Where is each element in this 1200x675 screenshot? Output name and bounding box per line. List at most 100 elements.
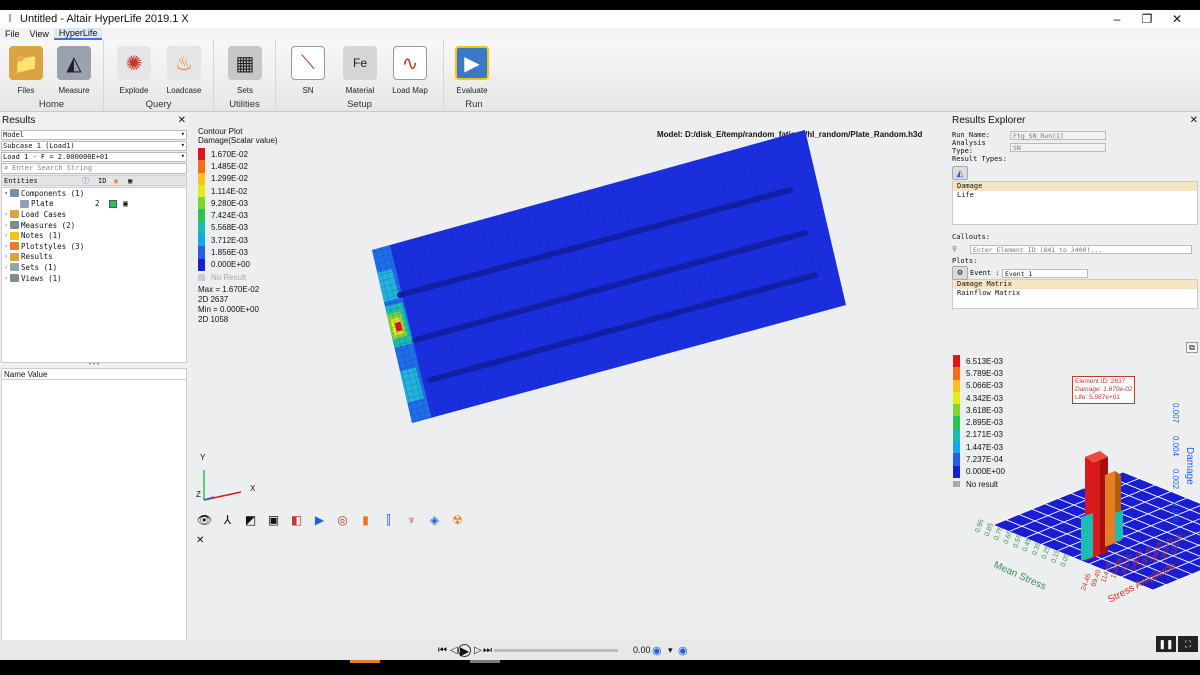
axis-orient-icon[interactable]: ⅄	[217, 512, 238, 528]
sn-button[interactable]: ⟍ SN	[282, 44, 334, 95]
damage-matrix-3d-chart[interactable]: Damage 0.007 0.004 0.002 0.000 0.950.850.75…	[965, 385, 1200, 610]
view-eye-icon[interactable]: 👁	[194, 512, 215, 528]
deform-icon[interactable]: ♆	[401, 512, 422, 528]
tree-item-load-cases[interactable]: › Load Cases	[2, 209, 186, 220]
expand-icon[interactable]: ›	[2, 211, 10, 218]
measure-button[interactable]: ◭ Measure	[48, 44, 100, 95]
result-types-list: Damage Life	[952, 181, 1198, 225]
expand-icon[interactable]: ›	[2, 232, 10, 239]
visibility-icon[interactable]: ▣	[128, 177, 142, 185]
popout-icon[interactable]: ⧉	[1186, 342, 1198, 353]
explode-button[interactable]: ✺ Explode	[108, 44, 160, 95]
results-explorer-header: Results Explorer ✕	[950, 112, 1200, 129]
close-icon[interactable]: ✕	[178, 115, 186, 126]
expand-icon[interactable]: ›	[2, 222, 10, 229]
speed-dropdown-icon[interactable]: ▾	[668, 645, 673, 656]
plot-damage-matrix[interactable]: Damage Matrix	[953, 280, 1197, 289]
id-column-header[interactable]: ID	[98, 177, 114, 185]
ribbon-group-query-label: Query	[145, 99, 172, 110]
tree-item-components[interactable]: ▾ Components (1)	[2, 188, 186, 199]
speed-icon[interactable]: ◉	[652, 644, 662, 657]
mesh-icon[interactable]: ◈	[424, 512, 445, 528]
contour-legend-level-row: 1.670E-02	[198, 148, 278, 161]
expand-icon[interactable]: ›	[2, 264, 10, 271]
files-button[interactable]: 📁 Files	[0, 44, 52, 95]
expand-icon[interactable]: ▾	[2, 190, 10, 197]
ribbon-group-query: ✺ Explode ♨ Loadcase Query	[104, 40, 214, 112]
entities-column-header[interactable]: Entities	[2, 177, 82, 185]
expand-icon[interactable]: ›	[2, 253, 10, 260]
tree-item-measures[interactable]: › Measures (2)	[2, 220, 186, 231]
screen-top-border	[0, 0, 1200, 10]
close-button[interactable]: ✕	[1162, 10, 1192, 28]
result-type-damage[interactable]: Damage	[953, 182, 1197, 191]
plate-color-swatch[interactable]	[109, 199, 117, 208]
loadcase-button[interactable]: ♨ Loadcase	[158, 44, 210, 95]
settings-icon[interactable]: ◉	[678, 644, 688, 657]
tracking-icon[interactable]: ☢	[447, 512, 468, 528]
contour-icon[interactable]: ▮	[355, 512, 376, 528]
result-type-life[interactable]: Life	[953, 191, 1197, 200]
contour-legend-level-row: 5.568E-03	[198, 221, 278, 235]
pause-button[interactable]: ❚❚	[1156, 636, 1176, 652]
restore-button[interactable]: ❐	[1132, 10, 1162, 28]
contour-legend[interactable]: Contour Plot Damage(Scalar value) 1.670E…	[198, 127, 278, 325]
menu-view[interactable]: View	[25, 29, 54, 39]
menu-file[interactable]: File	[0, 29, 25, 39]
close-icon[interactable]: ✕	[1190, 115, 1198, 126]
material-button[interactable]: Fe Material	[334, 44, 386, 95]
minimize-button[interactable]: –	[1102, 10, 1132, 28]
mean-stress-tick: 0.65	[1003, 530, 1014, 545]
menu-hyperlife[interactable]: HyperLife	[53, 28, 103, 40]
section-icon[interactable]: ◧	[286, 512, 307, 528]
vector-icon[interactable]: ⫿	[378, 512, 399, 528]
callouts-input[interactable]: Enter Element ID (841 to 3400)...	[970, 244, 1192, 254]
next-frame-icon[interactable]: ▷	[474, 645, 482, 656]
plot-settings-icon[interactable]: ⚙	[952, 266, 968, 280]
load-map-button[interactable]: ∿ Load Map	[384, 44, 436, 95]
tree-item-notes[interactable]: › Notes (1)	[2, 230, 186, 241]
results-explorer-title: Results Explorer	[952, 115, 1026, 126]
mean-stress-tick: 0.55	[1012, 534, 1023, 549]
camera-icon[interactable]: ◩	[240, 512, 261, 528]
expand-icon[interactable]: ›	[2, 275, 10, 282]
prev-frame-icon[interactable]: ◁	[450, 645, 458, 656]
tree-item-results[interactable]: › Results	[2, 252, 186, 263]
analysis-type-field[interactable]: SN	[1010, 142, 1106, 152]
sets-button[interactable]: ▦ Sets	[219, 44, 271, 95]
sets-button-label: Sets	[236, 86, 253, 95]
run-name-field[interactable]: Ftg_SN_Run(1)	[1010, 130, 1106, 140]
animate-icon[interactable]: ▶	[309, 512, 330, 528]
tree-item-sets[interactable]: › Sets (1)	[2, 262, 186, 273]
plate-visibility-icon[interactable]: ▣	[123, 199, 128, 208]
info-icon[interactable]: ⓘ	[82, 176, 98, 186]
query-icon[interactable]: ◎	[332, 512, 353, 528]
fullscreen-button[interactable]: ⛶	[1178, 636, 1198, 652]
model-select[interactable]: Model	[1, 130, 187, 140]
cube-view-icon[interactable]: ▣	[263, 512, 284, 528]
measure-icon: ◭	[57, 46, 91, 80]
load-select[interactable]: Load 1 - F = 2.000000E+01	[1, 152, 187, 162]
ribbon-group-utilities: ▦ Sets Utilities	[214, 40, 276, 112]
tree-item-views[interactable]: › Views (1)	[2, 273, 186, 284]
tree-item-plotstyles[interactable]: › Plotstyles (3)	[2, 241, 186, 252]
search-input[interactable]: ⌕ Enter Search String	[1, 163, 187, 174]
result-type-icon[interactable]: ◭	[952, 166, 968, 180]
timeline-slider[interactable]	[494, 649, 618, 652]
pin-icon[interactable]: ⚲	[952, 245, 970, 253]
ribbon-group-home: 📁 Files ◭ Measure Home	[0, 40, 104, 112]
color-wheel-icon[interactable]: ◉	[114, 177, 128, 185]
plot-rainflow-matrix[interactable]: Rainflow Matrix	[953, 289, 1197, 298]
close-toolbar-icon[interactable]: ✕	[196, 535, 204, 546]
last-frame-icon[interactable]: ⏭	[483, 645, 492, 656]
expand-icon[interactable]: ›	[2, 243, 10, 250]
event-select[interactable]: Event_1	[1002, 268, 1088, 278]
evaluate-button[interactable]: ▶ Evaluate	[446, 44, 498, 95]
tree-item-plate[interactable]: Plate 2 ▣	[2, 199, 186, 210]
contour-legend-level-label: 1.856E-03	[211, 248, 248, 258]
subcase-select[interactable]: Subcase 1 (Load1)	[1, 141, 187, 151]
play-button[interactable]: ▶	[458, 643, 471, 657]
first-frame-icon[interactable]: ⏮	[438, 645, 447, 656]
plate-contour-plot[interactable]	[360, 125, 860, 430]
material-button-label: Material	[345, 86, 375, 95]
